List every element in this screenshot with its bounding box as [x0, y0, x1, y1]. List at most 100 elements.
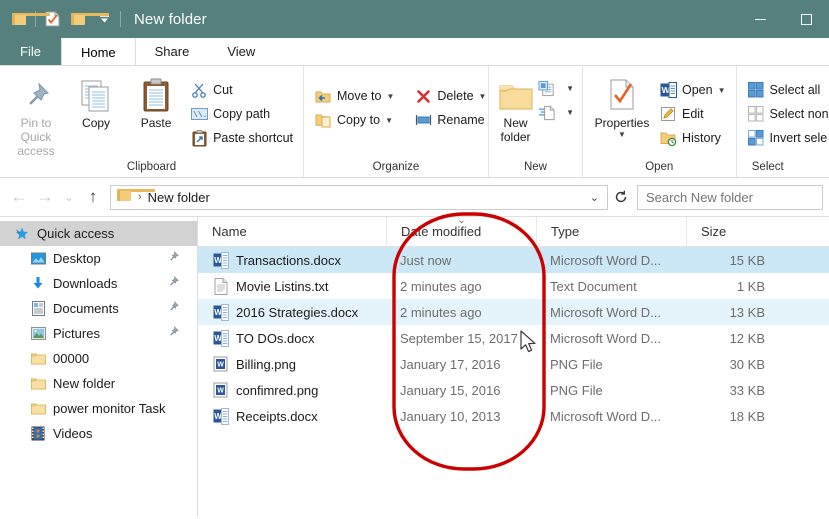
minimize-icon[interactable] [737, 0, 783, 38]
sidebar-item-downloads[interactable]: Downloads [0, 271, 197, 296]
select-all-button[interactable]: Select all [743, 78, 829, 102]
clipboard-group-label: Clipboard [126, 161, 177, 173]
pin-to-quick-access-label: Pin to Quick access [17, 116, 55, 158]
history-button[interactable]: History [655, 126, 730, 150]
sidebar-item-pictures[interactable]: Pictures [0, 321, 197, 346]
delete-button[interactable]: Delete ▼ [410, 84, 490, 108]
table-row[interactable]: W Transactions.docx Just now Microsoft W… [198, 247, 829, 273]
column-header-date-label: Date modified [401, 224, 482, 239]
file-date-cell: 2 minutes ago [400, 278, 482, 294]
rename-button[interactable]: Rename [410, 108, 490, 132]
easy-access-button[interactable]: ▼ [536, 100, 576, 124]
breadcrumb[interactable]: New folder [148, 190, 210, 205]
new-group-label: New [523, 161, 547, 173]
sidebar-item-quick-access[interactable]: Quick access [0, 221, 197, 246]
select-group-label: Select [751, 161, 784, 173]
pin-icon [20, 78, 52, 112]
png-file-icon: W [212, 356, 229, 373]
new-folder-label: New folder [500, 116, 531, 144]
forward-arrow-icon[interactable]: → [32, 184, 58, 210]
table-row[interactable]: Movie Listins.txt 2 minutes ago Text Doc… [198, 273, 829, 299]
folder-icon-address [117, 188, 155, 206]
tab-file[interactable]: File [0, 38, 61, 65]
invert-selection-button[interactable]: Invert sele [743, 126, 829, 150]
file-date-cell: January 15, 2016 [400, 382, 501, 398]
column-header-name-label: Name [212, 224, 247, 239]
file-name-cell: Movie Listins.txt [198, 277, 386, 295]
chevron-down-icon-5[interactable]: ▼ [566, 108, 574, 117]
up-arrow-icon[interactable]: ↑ [80, 184, 106, 210]
select-small-buttons: Select all Select non Invert sele [743, 78, 829, 150]
pin-icon-pictures[interactable] [167, 325, 179, 342]
pin-icon-documents[interactable] [167, 300, 179, 317]
recent-locations-icon[interactable]: ⌄ [58, 184, 80, 210]
table-row[interactable]: W confimred.png January 15, 2016 PNG Fil… [198, 377, 829, 403]
easy-access-icon [538, 103, 556, 121]
table-row[interactable]: W TO DOs.docx September 15, 2017 Microso… [198, 325, 829, 351]
search-input[interactable]: Search New folder [637, 184, 823, 210]
sidebar-item-00000[interactable]: 00000 [0, 346, 197, 371]
paste-button[interactable]: Paste [126, 72, 186, 130]
cut-button[interactable]: Cut [186, 78, 297, 102]
copy-path-button[interactable]: \\.. Copy path [186, 102, 297, 126]
edit-button[interactable]: Edit [655, 102, 730, 126]
file-name-label: Billing.png [236, 356, 296, 372]
folder-icon[interactable] [6, 6, 50, 32]
sidebar-item-videos[interactable]: Videos [0, 421, 197, 446]
column-header-size[interactable]: Size [686, 216, 779, 247]
sidebar-item-documents[interactable]: Documents [0, 296, 197, 321]
sidebar-item-label: Downloads [53, 276, 118, 291]
sidebar-item-new-folder[interactable]: New folder [0, 371, 197, 396]
column-header-date-modified[interactable]: ⌄ Date modified [386, 215, 536, 247]
new-folder-icon [498, 78, 534, 112]
column-header-type[interactable]: Type [536, 216, 686, 247]
copy-to-button[interactable]: Copy to ▼ [310, 108, 398, 132]
select-all-label: Select all [769, 83, 821, 97]
file-name-label: Transactions.docx [236, 252, 342, 268]
refresh-icon[interactable] [608, 185, 634, 210]
address-dropdown-icon[interactable]: ⌄ [590, 191, 601, 204]
dropdown-arrow-icon[interactable] [91, 6, 117, 32]
new-folder-icon[interactable] [65, 6, 109, 32]
table-row[interactable]: W Receipts.docx January 10, 2013 Microso… [198, 403, 829, 429]
file-date-cell: Just now [400, 252, 452, 268]
table-row[interactable]: W Billing.png January 17, 2016 PNG File … [198, 351, 829, 377]
sidebar-item-label: power monitor Task [53, 401, 166, 416]
sidebar-item-desktop[interactable]: Desktop [0, 246, 197, 271]
sidebar-item-power-monitor-task[interactable]: power monitor Task [0, 396, 197, 421]
copy-button[interactable]: Copy [66, 72, 126, 130]
chevron-down-icon[interactable]: ▼ [386, 92, 394, 101]
column-header-type-label: Type [551, 224, 580, 239]
pin-to-quick-access-button[interactable]: Pin to Quick access [6, 72, 66, 158]
select-none-button[interactable]: Select non [743, 102, 829, 126]
open-with-button[interactable]: W Open ▼ [655, 78, 730, 102]
file-name-label: 2016 Strategies.docx [236, 304, 359, 320]
address-path-field[interactable]: › New folder ⌄ [110, 184, 608, 210]
new-folder-button[interactable]: New folder [495, 72, 536, 144]
maximize-icon[interactable] [783, 0, 829, 38]
copy-path-label: Copy path [213, 107, 271, 121]
back-arrow-icon[interactable]: ← [6, 184, 32, 210]
properties-button[interactable]: Properties ▼ [589, 72, 655, 139]
chevron-down-icon-6[interactable]: ▼ [618, 130, 626, 139]
tab-view[interactable]: View [208, 38, 274, 65]
sidebar-item-label: Documents [53, 301, 119, 316]
chevron-down-icon-4[interactable]: ▼ [566, 84, 574, 93]
paste-shortcut-button[interactable]: Paste shortcut [186, 126, 297, 150]
file-name-label: Receipts.docx [236, 408, 318, 424]
chevron-down-icon-3[interactable]: ▼ [479, 92, 487, 101]
word-open-icon: W [659, 81, 677, 99]
tab-share[interactable]: Share [136, 38, 209, 65]
column-header-name[interactable]: Name [198, 217, 386, 247]
table-row[interactable]: W 2016 Strategies.docx 2 minutes ago Mic… [198, 299, 829, 325]
copy-to-icon [314, 111, 332, 129]
pin-icon-desktop[interactable] [167, 250, 179, 267]
move-to-button[interactable]: Move to ▼ [310, 84, 398, 108]
tab-home[interactable]: Home [60, 38, 136, 65]
new-item-button[interactable]: ▼ [536, 76, 576, 100]
properties-check-icon[interactable] [39, 6, 65, 32]
chevron-down-icon-2[interactable]: ▼ [385, 116, 393, 125]
pin-icon-downloads[interactable] [167, 275, 179, 292]
file-type-cell: Text Document [550, 278, 637, 294]
chevron-down-icon-7[interactable]: ▼ [718, 86, 726, 95]
